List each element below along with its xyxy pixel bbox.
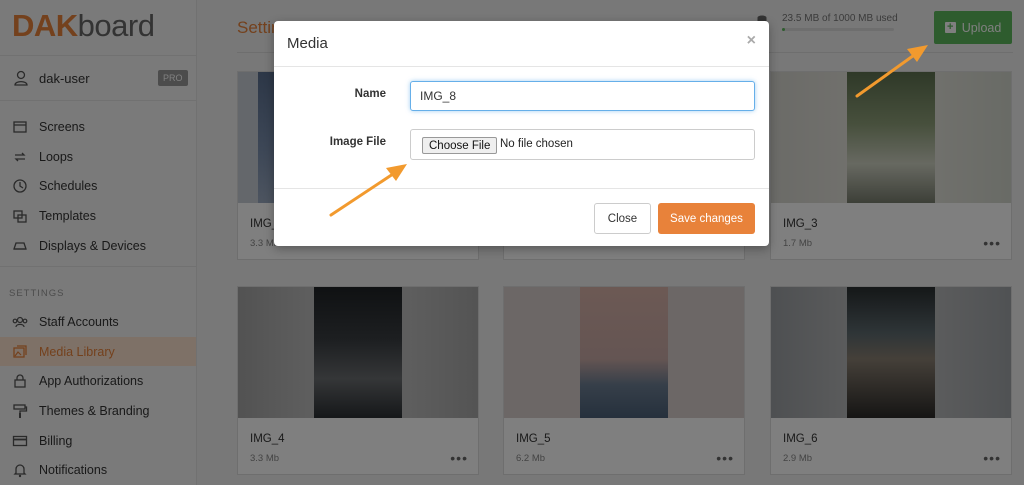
choose-file-button[interactable]: Choose File [422, 137, 498, 154]
name-input[interactable] [410, 81, 755, 111]
name-label: Name [354, 88, 386, 100]
modal-footer: Close Save changes [274, 188, 769, 246]
modal-title: Media [287, 35, 328, 52]
save-changes-button[interactable]: Save changes [658, 203, 755, 234]
modal-header: Media × [274, 21, 769, 67]
close-button[interactable]: Close [594, 203, 651, 234]
media-dialog: Media × Name Image File Choose File No f… [274, 21, 769, 246]
close-icon[interactable]: × [747, 32, 756, 50]
image-file-label: Image File [329, 136, 386, 148]
no-file-text: No file chosen [500, 138, 573, 150]
image-file-input[interactable]: Choose File No file chosen [410, 129, 755, 160]
